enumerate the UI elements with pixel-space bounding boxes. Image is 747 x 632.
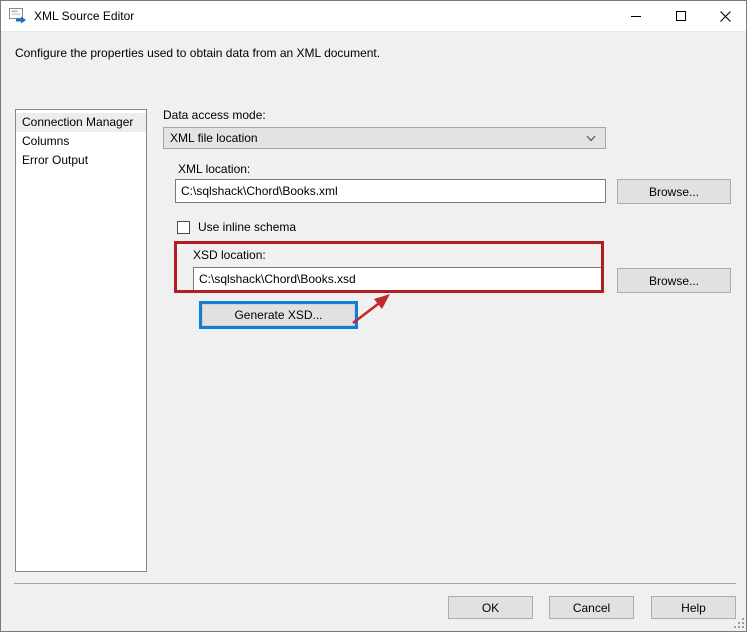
pages-list: Connection Manager Columns Error Output (15, 109, 147, 572)
xml-source-editor-icon (9, 8, 27, 24)
xml-location-input[interactable] (175, 179, 606, 203)
window-title: XML Source Editor (34, 9, 134, 23)
footer-divider (14, 583, 736, 584)
xml-location-label: XML location: (178, 162, 250, 176)
xsd-browse-button[interactable]: Browse... (617, 268, 731, 293)
xsd-location-input[interactable] (193, 267, 602, 291)
maximize-button[interactable] (658, 1, 703, 31)
close-button[interactable] (703, 1, 747, 31)
generate-xsd-button[interactable]: Generate XSD... (202, 304, 355, 326)
resize-grip[interactable] (733, 617, 745, 629)
sidebar-item-error-output[interactable]: Error Output (16, 151, 146, 170)
generate-xsd-focus-ring: Generate XSD... (199, 301, 358, 329)
use-inline-schema-label: Use inline schema (198, 220, 296, 234)
close-icon (720, 11, 731, 22)
chevron-down-icon (586, 135, 596, 142)
title-bar[interactable]: XML Source Editor (1, 1, 746, 32)
use-inline-schema-checkbox[interactable] (177, 221, 190, 234)
dialog-description: Configure the properties used to obtain … (15, 46, 615, 60)
xml-browse-button[interactable]: Browse... (617, 179, 731, 204)
xml-source-editor-dialog: XML Source Editor Configure the properti… (0, 0, 747, 632)
sidebar-item-columns[interactable]: Columns (16, 132, 146, 151)
maximize-icon (676, 11, 686, 21)
data-access-mode-value: XML file location (170, 131, 258, 145)
xsd-location-label: XSD location: (193, 248, 266, 262)
sidebar-item-connection-manager[interactable]: Connection Manager (16, 113, 146, 132)
data-access-mode-select[interactable]: XML file location (163, 127, 606, 149)
cancel-button[interactable]: Cancel (549, 596, 634, 619)
minimize-button[interactable] (613, 1, 658, 31)
help-button[interactable]: Help (651, 596, 736, 619)
minimize-icon (631, 16, 641, 17)
data-access-mode-label: Data access mode: (163, 108, 266, 122)
ok-button[interactable]: OK (448, 596, 533, 619)
